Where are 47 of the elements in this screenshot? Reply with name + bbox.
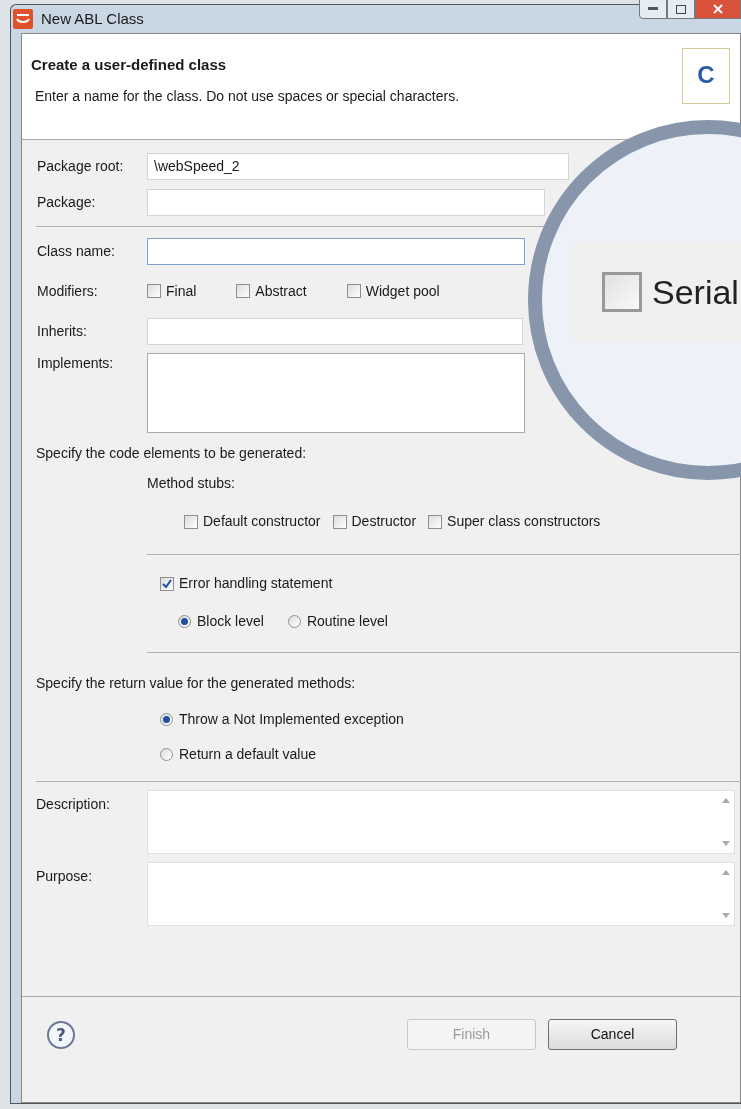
field-label: Inherits: bbox=[36, 321, 88, 341]
help-icon[interactable]: ? bbox=[46, 1019, 76, 1050]
header-title: Create a user-defined class bbox=[31, 55, 228, 75]
input-field[interactable] bbox=[147, 188, 545, 216]
app-icon bbox=[13, 9, 33, 29]
input-field[interactable]: \webSpeed_2 bbox=[147, 152, 569, 180]
field-label: Package root: bbox=[36, 156, 125, 176]
checkbox[interactable]: Abstract bbox=[236, 280, 307, 302]
minimize-icon bbox=[648, 7, 658, 11]
scroll-up-icon[interactable] bbox=[721, 797, 730, 803]
magnified-label: Serial bbox=[652, 271, 739, 313]
field-label: Package: bbox=[36, 192, 97, 212]
radio-button[interactable]: Return a default value bbox=[160, 744, 740, 765]
field-label: Modifiers: bbox=[36, 281, 99, 301]
scroll-down-icon[interactable] bbox=[721, 841, 730, 847]
checkbox[interactable]: Destructor bbox=[332, 511, 417, 532]
close-icon bbox=[713, 4, 723, 14]
field-label: Purpose: bbox=[36, 867, 94, 886]
radio-button[interactable]: Routine level bbox=[287, 611, 388, 632]
header-description: Enter a name for the class. Do not use spaces or special characters. bbox=[34, 86, 460, 106]
input-field[interactable] bbox=[147, 237, 525, 265]
section-heading: Specify the return value for the generated methods: bbox=[36, 674, 357, 693]
checkbox[interactable]: Widget pool bbox=[346, 280, 440, 302]
restore-icon bbox=[676, 4, 686, 14]
window-title: New ABL Class bbox=[41, 8, 144, 29]
input-field[interactable] bbox=[147, 317, 523, 345]
field-label: Class name: bbox=[36, 241, 116, 261]
dialog-button: Finish bbox=[407, 1019, 536, 1050]
checkbox[interactable]: Final bbox=[147, 280, 197, 302]
minimize-button[interactable] bbox=[639, 0, 667, 19]
section-heading: Specify the code elements to be generated: bbox=[36, 444, 308, 463]
close-button[interactable] bbox=[695, 0, 741, 19]
checkbox[interactable]: Error handling statement bbox=[160, 573, 333, 594]
class-file-icon: C bbox=[682, 48, 730, 104]
dialog-button[interactable]: Cancel bbox=[548, 1019, 677, 1050]
field-label: Description: bbox=[36, 795, 111, 814]
checkbox[interactable]: Super class constructors bbox=[428, 511, 601, 532]
scroll-up-icon[interactable] bbox=[721, 869, 730, 875]
subheading: Method stubs: bbox=[147, 474, 235, 493]
maximize-button[interactable] bbox=[667, 0, 695, 19]
checkbox[interactable]: Default constructor bbox=[184, 511, 321, 532]
field-label: Implements: bbox=[36, 354, 115, 373]
text-area[interactable] bbox=[147, 353, 525, 433]
radio-button[interactable]: Block level bbox=[178, 611, 264, 632]
checkmark-icon bbox=[162, 578, 172, 589]
scroll-down-icon[interactable] bbox=[721, 913, 730, 919]
radio-button[interactable]: Throw a Not Implemented exception bbox=[160, 709, 740, 730]
